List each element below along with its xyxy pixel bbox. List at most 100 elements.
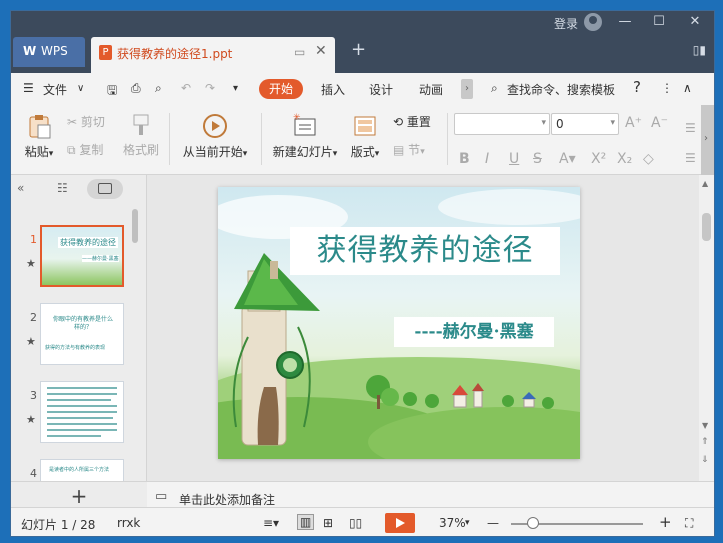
section-button[interactable]: ▤ 节▾ bbox=[393, 141, 425, 158]
hamburger-icon[interactable]: ☰ bbox=[23, 81, 34, 95]
save-icon[interactable]: 🖫 bbox=[107, 81, 117, 102]
increase-font-icon[interactable]: A⁺ bbox=[625, 115, 642, 131]
font-name-select[interactable]: ▾ bbox=[454, 113, 550, 135]
outline-view-icon[interactable]: ☷ bbox=[57, 181, 68, 195]
scrollbar-thumb[interactable] bbox=[702, 213, 711, 241]
tab-panel-icon[interactable]: ▯▮ bbox=[693, 43, 706, 57]
zoom-out-button[interactable]: — bbox=[487, 516, 499, 530]
previous-slide-icon[interactable]: ⇑ bbox=[701, 437, 709, 447]
reset-icon: ⟲ bbox=[393, 115, 404, 129]
layout-icon bbox=[354, 116, 376, 136]
monitor-icon[interactable]: ▭ bbox=[294, 45, 305, 59]
animation-star-icon: ★ bbox=[26, 257, 36, 270]
thumbnail-slide-2[interactable]: 你眼中的有教养是什么样的？ 获得的方法与有教养的表现 bbox=[40, 303, 124, 365]
menu-scroll-right-icon[interactable]: › bbox=[461, 79, 473, 99]
reading-view-icon[interactable]: ▯▯ bbox=[349, 516, 362, 530]
print-icon[interactable]: ⎙ bbox=[131, 81, 141, 96]
strikethrough-icon[interactable]: S bbox=[533, 151, 542, 167]
tab-document[interactable]: P 获得教养的途径1.ppt ▭ ✕ bbox=[91, 37, 335, 73]
font-color-icon[interactable]: A▾ bbox=[559, 151, 576, 167]
print-preview-icon[interactable]: ⌕ bbox=[155, 81, 162, 96]
reset-button[interactable]: ⟲ 重置 bbox=[393, 113, 431, 130]
user-avatar-icon[interactable] bbox=[584, 13, 602, 31]
layout-label: 版式 bbox=[350, 145, 375, 159]
thumbnail-title: 获得教养的途径 bbox=[58, 237, 118, 248]
thumbnail-slide-3[interactable] bbox=[40, 381, 124, 443]
scroll-up-icon[interactable]: ▲ bbox=[702, 179, 708, 188]
paste-button[interactable]: 粘贴▾ bbox=[19, 113, 59, 160]
menu-file[interactable]: 文件 bbox=[43, 81, 67, 98]
sidebar-scrollbar[interactable] bbox=[132, 209, 138, 243]
font-size-select[interactable]: 0 ▾ bbox=[551, 113, 619, 135]
play-from-current-button[interactable]: 从当前开始▾ bbox=[177, 113, 253, 160]
minimize-button[interactable]: — bbox=[616, 14, 634, 29]
scroll-down-icon[interactable]: ▼ bbox=[702, 421, 708, 430]
new-slide-button[interactable]: ✳ 新建幻灯片▾ bbox=[267, 113, 343, 160]
ribbon-divider bbox=[261, 113, 262, 165]
size-dropdown-icon: ▾ bbox=[610, 118, 615, 128]
more-options-icon[interactable]: ⋮ bbox=[661, 81, 673, 95]
paste-label: 粘贴 bbox=[24, 145, 49, 159]
collapse-panel-icon[interactable]: « bbox=[17, 181, 24, 195]
layout-button[interactable]: 版式▾ bbox=[347, 113, 383, 160]
close-tab-icon[interactable]: ✕ bbox=[315, 43, 327, 59]
play-from-current-label: 从当前开始 bbox=[182, 145, 243, 159]
file-dropdown-chevron-icon[interactable]: ∨ bbox=[77, 83, 84, 94]
slide-subtitle[interactable]: ----赫尔曼·黑塞 bbox=[394, 317, 554, 347]
zoom-in-button[interactable]: + bbox=[659, 513, 672, 531]
normal-view-icon[interactable]: ▥ bbox=[297, 514, 315, 530]
new-slide-icon: ✳ bbox=[293, 113, 316, 136]
tab-wps-home[interactable]: W WPS bbox=[13, 37, 85, 67]
undo-icon[interactable]: ↶ bbox=[181, 81, 191, 95]
help-icon[interactable]: ? bbox=[633, 78, 641, 96]
zoom-level[interactable]: 37% bbox=[439, 516, 466, 530]
zoom-dropdown-icon[interactable]: ▾ bbox=[465, 518, 470, 528]
format-painter-button[interactable]: 格式刷 bbox=[119, 113, 163, 158]
slide-title[interactable]: 获得教养的途径 bbox=[290, 227, 560, 275]
thumbnail-slide-1[interactable]: 获得教养的途径 ——赫尔曼·黑塞 bbox=[40, 225, 124, 287]
fit-window-icon[interactable]: ⛶ bbox=[685, 516, 693, 531]
thumbnail-number: 3 bbox=[30, 389, 37, 402]
search-command-field[interactable]: 查找命令、搜索模板 bbox=[507, 81, 615, 98]
add-tab-button[interactable]: + bbox=[351, 39, 366, 60]
clear-format-icon[interactable]: ◇ bbox=[643, 151, 654, 167]
title-bar: 登录 — ☐ ✕ W WPS P 获得教养的途径1.ppt ▭ ✕ + ▯▮ bbox=[11, 11, 714, 73]
canvas-vertical-scrollbar[interactable]: ▲ ▼ ⇑ ⇓ bbox=[699, 175, 714, 481]
zoom-slider-handle[interactable] bbox=[527, 517, 539, 529]
slideshow-play-button[interactable] bbox=[385, 513, 415, 533]
quick-access-dropdown-icon[interactable]: ▾ bbox=[233, 83, 238, 94]
current-slide[interactable]: 获得教养的途径 ----赫尔曼·黑塞 bbox=[218, 187, 580, 459]
underline-icon[interactable]: U bbox=[509, 151, 519, 167]
redo-icon[interactable]: ↷ bbox=[205, 81, 215, 95]
superscript-icon[interactable]: X² bbox=[591, 151, 606, 167]
animation-star-icon: ★ bbox=[26, 335, 36, 348]
login-link[interactable]: 登录 bbox=[554, 15, 578, 32]
menu-design[interactable]: 设计 bbox=[369, 81, 393, 98]
italic-icon[interactable]: I bbox=[485, 151, 489, 167]
close-window-button[interactable]: ✕ bbox=[686, 14, 704, 29]
menu-start[interactable]: 开始 bbox=[259, 79, 303, 99]
paragraph-list-icon[interactable]: ☰ bbox=[685, 121, 696, 135]
slide-view-toggle[interactable] bbox=[87, 179, 123, 199]
copy-button[interactable]: ⧉ 复制 bbox=[67, 141, 103, 158]
maximize-button[interactable]: ☐ bbox=[650, 14, 668, 29]
cut-button[interactable]: ✂ 剪切 bbox=[67, 113, 105, 130]
menu-insert[interactable]: 插入 bbox=[321, 81, 345, 98]
svg-text:✳: ✳ bbox=[293, 113, 301, 123]
thumbnail-slide-4[interactable]: 是读者中的人所属三个方法 bbox=[40, 459, 124, 481]
notes-toggle-icon[interactable]: ≡▾ bbox=[263, 516, 279, 530]
slide-sorter-icon[interactable]: ⊞ bbox=[323, 516, 333, 530]
search-icon[interactable]: ⌕ bbox=[491, 81, 498, 96]
bold-icon[interactable]: B bbox=[459, 151, 470, 167]
next-slide-icon[interactable]: ⇓ bbox=[701, 455, 709, 465]
subscript-icon[interactable]: X₂ bbox=[617, 151, 632, 167]
format-painter-icon bbox=[133, 114, 149, 135]
paragraph-align-icon[interactable]: ☰ bbox=[685, 151, 696, 165]
document-title: 获得教养的途径1.ppt bbox=[117, 47, 233, 61]
ribbon-scroll-right-icon[interactable]: › bbox=[701, 105, 714, 175]
decrease-font-icon[interactable]: A⁻ bbox=[651, 115, 668, 131]
author-name: rrxk bbox=[117, 516, 141, 530]
menu-animation[interactable]: 动画 bbox=[419, 81, 443, 98]
menu-bar: ☰ 文件 ∨ 🖫 ⎙ ⌕ ↶ ↷ ▾ 开始 插入 设计 动画 › ⌕ 查找命令、… bbox=[11, 73, 714, 105]
collapse-ribbon-icon[interactable]: ∧ bbox=[683, 81, 692, 95]
